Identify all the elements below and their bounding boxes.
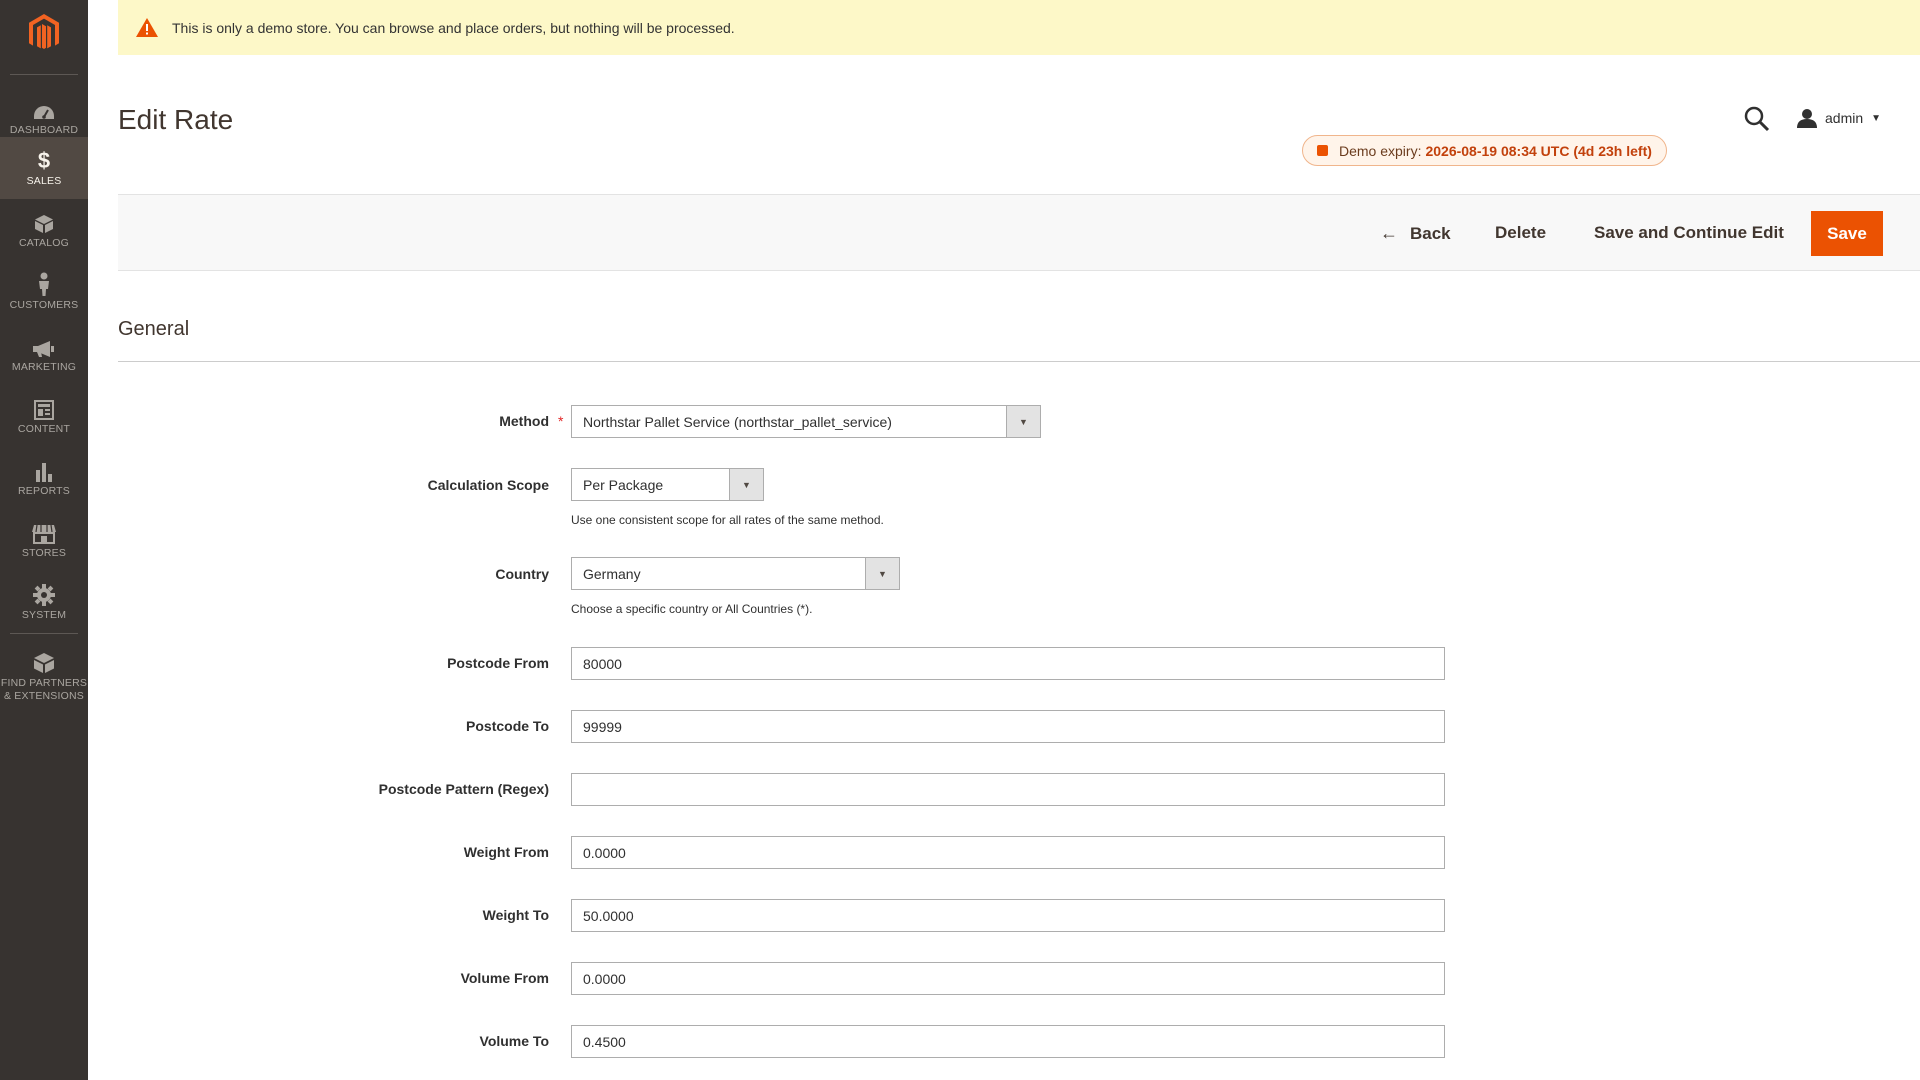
section-title-general: General (118, 318, 190, 340)
sidebar-item-marketing[interactable]: Marketing (0, 323, 88, 385)
page-title: Edit Rate (118, 104, 234, 135)
megaphone-icon (32, 334, 56, 358)
sidebar-item-sales[interactable]: $ Sales (0, 137, 88, 199)
back-button-label: Back (1410, 223, 1451, 243)
sidebar-item-stores[interactable]: Stores (0, 509, 88, 571)
save-and-continue-button[interactable]: Save and Continue Edit (1594, 223, 1784, 243)
arrow-left-icon: ← (1380, 223, 1398, 243)
volume-to-label: Volume To (479, 1033, 549, 1049)
country-select[interactable]: Germany ▼ (571, 557, 900, 590)
delete-button[interactable]: Delete (1495, 223, 1546, 243)
method-select-value: Northstar Pallet Service (northstar_pall… (583, 413, 892, 430)
dollar-icon: $ (37, 148, 51, 173)
weight-from-input[interactable]: 0.0000 (571, 836, 1445, 869)
section-divider (118, 361, 1920, 362)
calc-scope-note: Use one consistent scope for all rates o… (571, 513, 884, 527)
user-icon (1797, 109, 1817, 128)
postcode-pattern-label: Postcode Pattern (Regex) (378, 781, 549, 797)
sidebar-label: Content (17, 423, 71, 435)
search-icon (1744, 106, 1770, 132)
sidebar-item-system[interactable]: System (0, 571, 88, 633)
sidebar-label: System (21, 609, 67, 621)
demo-expiry-badge: Demo expiry: 2026-08-19 08:34 UTC (4d 23… (1302, 135, 1667, 166)
demo-expiry-label: Demo expiry: (1339, 142, 1422, 159)
demo-notice: This is only a demo store. You can brows… (118, 0, 1920, 55)
weight-to-label: Weight To (482, 907, 549, 923)
volume-to-input[interactable]: 0.4500 (571, 1025, 1445, 1058)
sidebar-label: Find Partners & Extensions (1, 677, 87, 703)
calc-scope-select[interactable]: Per Package ▼ (571, 468, 764, 501)
layout-icon (34, 396, 54, 420)
postcode-from-input[interactable]: 80000 (571, 647, 1445, 680)
status-icon (1317, 145, 1328, 156)
admin-user-menu[interactable]: admin ▼ (1797, 107, 1881, 129)
gear-icon (33, 582, 55, 606)
sidebar-divider (10, 633, 78, 634)
sidebar-item-customers[interactable]: Customers (0, 261, 88, 323)
sidebar-label: Reports (18, 485, 70, 497)
postcode-to-input[interactable]: 99999 (571, 710, 1445, 743)
admin-username: admin (1825, 110, 1864, 126)
volume-from-input[interactable]: 0.0000 (571, 962, 1445, 995)
dashboard-icon (33, 97, 55, 121)
required-asterisk: * (558, 413, 564, 429)
sidebar-label: Dashboard (9, 124, 79, 136)
demo-expiry-value: 2026-08-19 08:34 UTC (4d 23h left) (1425, 142, 1652, 159)
person-icon (37, 272, 51, 296)
cube-icon (33, 650, 55, 674)
sidebar-item-reports[interactable]: Reports (0, 447, 88, 509)
country-label: Country (495, 566, 549, 582)
chevron-down-icon: ▼ (1006, 406, 1040, 437)
bar-chart-icon (35, 458, 53, 482)
sidebar-label-line1: Find Partners (0, 676, 88, 689)
chevron-down-icon: ▼ (865, 558, 899, 589)
country-note: Choose a specific country or All Countri… (571, 602, 813, 616)
method-label: Method (499, 413, 549, 429)
sidebar-label: Sales (26, 175, 62, 187)
sidebar-label: Stores (21, 547, 67, 559)
sidebar-divider (10, 74, 78, 75)
sidebar-label-line2: & Extensions (3, 689, 84, 702)
global-search-button[interactable] (1743, 105, 1771, 133)
sidebar-label: Customers (9, 299, 79, 311)
back-button[interactable]: ← Back (1380, 223, 1451, 244)
magento-logo[interactable] (0, 14, 88, 64)
volume-from-label: Volume From (460, 970, 549, 986)
weight-from-label: Weight From (463, 844, 549, 860)
postcode-pattern-input[interactable] (571, 773, 1445, 806)
calc-scope-label: Calculation Scope (427, 477, 549, 493)
chevron-down-icon: ▼ (1871, 112, 1882, 124)
sidebar-item-catalog[interactable]: Catalog (0, 199, 88, 261)
demo-notice-text: This is only a demo store. You can brows… (172, 19, 735, 36)
sidebar-label: Marketing (11, 361, 77, 373)
method-select[interactable]: Northstar Pallet Service (northstar_pall… (571, 405, 1041, 438)
postcode-to-label: Postcode To (466, 718, 549, 734)
admin-sidebar: Dashboard $ Sales Catalog Customers Mark… (0, 0, 88, 1080)
page-actions-toolbar: ← Back Delete Save and Continue Edit Sav… (118, 194, 1920, 271)
weight-to-input[interactable]: 50.0000 (571, 899, 1445, 932)
sidebar-item-partners[interactable]: Find Partners & Extensions (0, 640, 88, 712)
save-button[interactable]: Save (1811, 211, 1883, 256)
sidebar-item-content[interactable]: Content (0, 385, 88, 447)
country-select-value: Germany (583, 565, 641, 582)
chevron-down-icon: ▼ (729, 469, 763, 500)
postcode-from-label: Postcode From (447, 655, 549, 671)
box-icon (34, 210, 54, 234)
sidebar-label: Catalog (18, 237, 70, 249)
calc-scope-select-value: Per Package (583, 476, 664, 493)
warning-icon (136, 18, 158, 37)
storefront-icon (32, 520, 56, 544)
